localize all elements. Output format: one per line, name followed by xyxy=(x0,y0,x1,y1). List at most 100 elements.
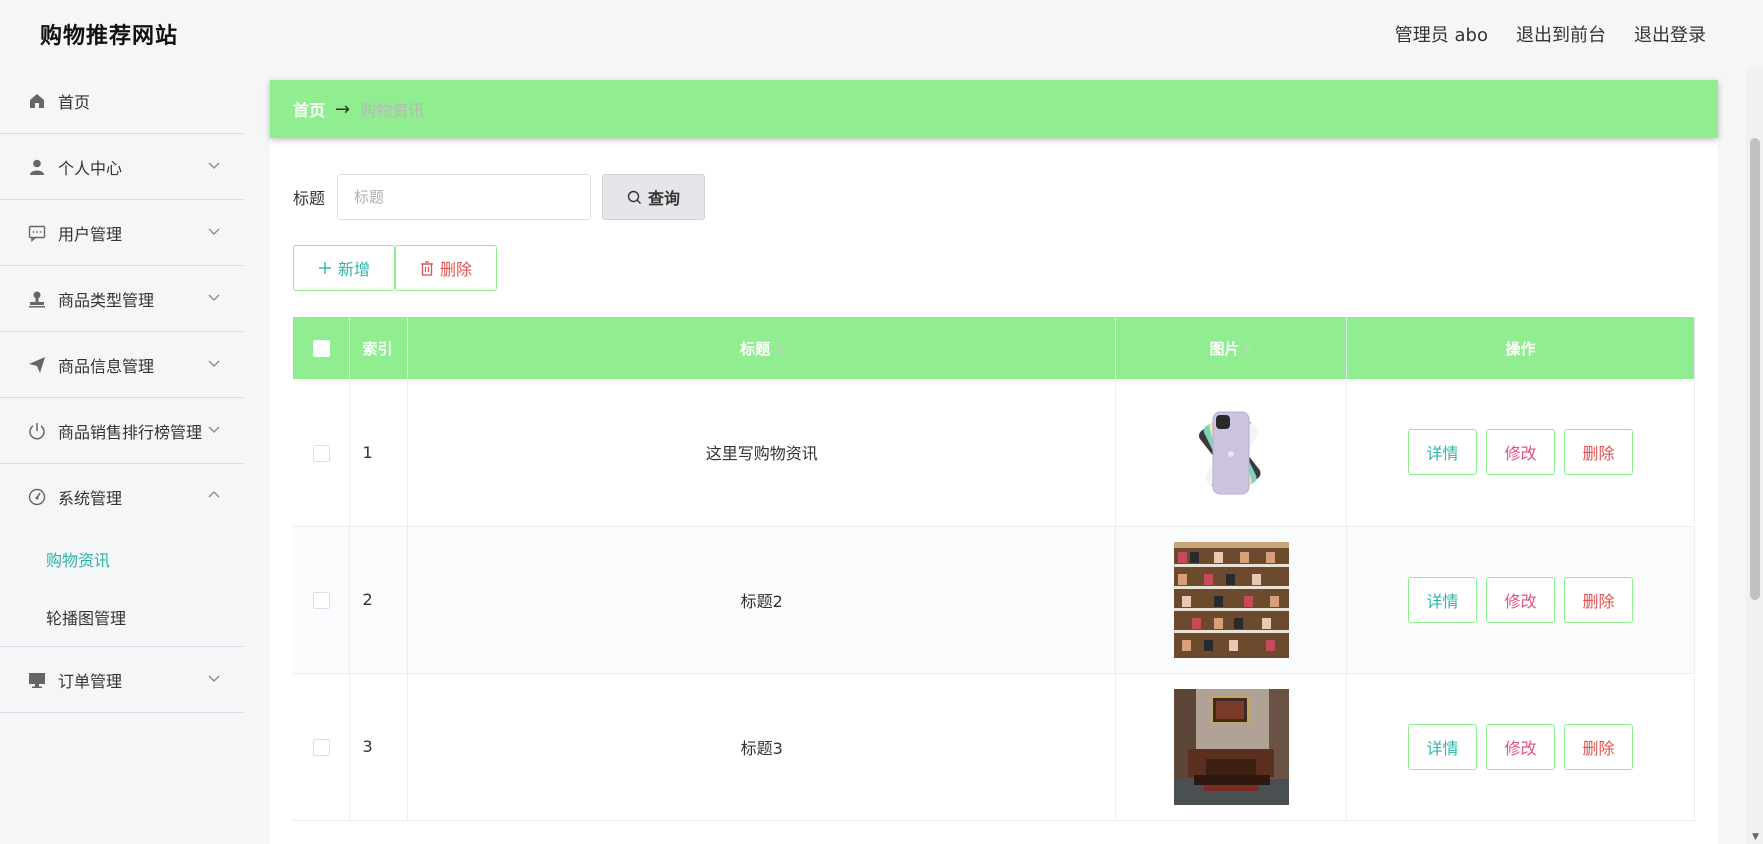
news-table: 索引 标题 ⇅ 图片 ⇅ 操作 1 这里写购物资讯 详情 修改 删除 2 标题2… xyxy=(293,317,1695,821)
sidebar-item-label: 商品类型管理 xyxy=(58,290,155,310)
sidebar-item-home[interactable]: 首页 xyxy=(0,68,243,134)
user-icon xyxy=(28,158,46,176)
table-row: 2 标题2 详情 修改 删除 xyxy=(293,526,1695,674)
main-content: 首页 → 购物资讯 标题 查询 新增 删除 索引 标题⇅ 图片⇅ 操作 xyxy=(270,80,1718,844)
shoe-rack-image xyxy=(1173,541,1289,658)
sidebar-item-personal-center[interactable]: 个人中心 xyxy=(0,134,243,200)
admin-user-label: 管理员 abo xyxy=(1394,25,1488,46)
sidebar-subitem-carousel-management[interactable]: 轮播图管理 xyxy=(0,588,243,646)
add-button-label: 新增 xyxy=(337,260,370,279)
delete-button[interactable]: 删除 xyxy=(1564,723,1634,770)
breadcrumb-current: 购物资讯 xyxy=(360,101,425,120)
monitor-icon xyxy=(28,671,46,689)
row-index: 1 xyxy=(349,379,409,527)
row-title: 标题2 xyxy=(407,526,1117,674)
row-image-cell xyxy=(1115,379,1348,527)
row-image-cell xyxy=(1115,673,1348,821)
scrollbar-thumb[interactable] xyxy=(1750,138,1760,600)
table-header-row: 索引 标题 ⇅ 图片 ⇅ 操作 xyxy=(293,317,1695,379)
plus-icon xyxy=(318,262,331,274)
chevron-down-icon xyxy=(208,360,220,367)
table-row: 1 这里写购物资讯 详情 修改 删除 xyxy=(293,379,1695,527)
sidebar-item-label: 首页 xyxy=(58,92,91,112)
sidebar-item-product-type-management[interactable]: 商品类型管理 xyxy=(0,266,243,332)
row-title: 这里写购物资讯 xyxy=(407,379,1117,527)
system-submenu: 购物资讯 轮播图管理 xyxy=(0,530,243,647)
image-header[interactable]: 图片 ⇅ xyxy=(1115,317,1348,379)
scroll-down-arrow-icon[interactable]: ▼ xyxy=(1752,832,1759,842)
row-select-cell xyxy=(293,526,351,674)
search-label: 标题 xyxy=(293,189,326,208)
row-index: 2 xyxy=(349,526,409,674)
select-all-header xyxy=(293,317,351,379)
row-index: 3 xyxy=(349,673,409,821)
phone-image xyxy=(1173,394,1289,511)
sidebar-item-label: 商品信息管理 xyxy=(58,356,155,376)
row-checkbox[interactable] xyxy=(312,739,330,756)
sidebar-item-label: 用户管理 xyxy=(58,224,123,244)
row-operations: 详情 修改 删除 xyxy=(1346,526,1695,674)
breadcrumb: 首页 → 购物资讯 xyxy=(270,80,1718,138)
edit-button[interactable]: 修改 xyxy=(1486,723,1556,770)
row-title: 标题3 xyxy=(407,673,1117,821)
send-icon xyxy=(28,356,46,374)
edit-button[interactable]: 修改 xyxy=(1486,429,1556,476)
trash-icon xyxy=(420,260,433,276)
table-row: 3 标题3 详情 修改 删除 xyxy=(293,673,1695,821)
sort-icon: ⇅ xyxy=(1243,343,1253,357)
row-checkbox[interactable] xyxy=(312,592,330,609)
query-button[interactable]: 查询 xyxy=(602,174,706,220)
row-operations: 详情 修改 删除 xyxy=(1346,379,1695,527)
image-header-label: 图片 xyxy=(1209,339,1240,358)
chevron-up-icon xyxy=(208,491,220,498)
title-header[interactable]: 标题 ⇅ xyxy=(407,317,1117,379)
index-header: 索引 xyxy=(349,317,409,379)
sidebar-item-label: 订单管理 xyxy=(58,671,123,691)
chevron-down-icon xyxy=(208,675,220,682)
search-icon xyxy=(627,190,641,204)
row-select-cell xyxy=(293,673,351,821)
search-bar: 标题 查询 xyxy=(293,174,706,220)
chevron-down-icon xyxy=(208,294,220,301)
chevron-down-icon xyxy=(208,426,220,433)
site-title: 购物推荐网站 xyxy=(40,24,179,49)
chat-icon xyxy=(28,224,46,242)
stamp-icon xyxy=(28,290,46,308)
delete-button[interactable]: 删除 xyxy=(1564,576,1634,623)
row-select-cell xyxy=(293,379,351,527)
edit-button[interactable]: 修改 xyxy=(1486,576,1556,623)
title-header-label: 标题 xyxy=(740,339,771,358)
detail-button[interactable]: 详情 xyxy=(1408,723,1478,770)
add-button[interactable]: 新增 xyxy=(293,245,395,291)
breadcrumb-home-link[interactable]: 首页 xyxy=(293,97,325,121)
detail-button[interactable]: 详情 xyxy=(1408,576,1478,623)
sidebar-item-system-management[interactable]: 系统管理 xyxy=(0,464,243,530)
chevron-down-icon xyxy=(208,228,220,235)
sidebar-subitem-shopping-news[interactable]: 购物资讯 xyxy=(0,530,243,588)
query-button-label: 查询 xyxy=(648,189,681,208)
top-header: 购物推荐网站 管理员 abo 退出到前台 退出登录 xyxy=(0,0,1746,68)
sidebar-item-order-management[interactable]: 订单管理 xyxy=(0,647,243,713)
power-icon xyxy=(28,422,46,440)
delete-button[interactable]: 删除 xyxy=(1564,429,1634,476)
chevron-down-icon xyxy=(208,162,220,169)
gauge-icon xyxy=(28,488,46,506)
batch-delete-label: 删除 xyxy=(439,260,472,279)
logout-link[interactable]: 退出登录 xyxy=(1634,21,1706,47)
operations-header: 操作 xyxy=(1346,317,1695,379)
page-scrollbar[interactable]: ▼ xyxy=(1746,68,1763,844)
breadcrumb-arrow-icon: → xyxy=(335,98,351,120)
home-icon xyxy=(28,92,46,110)
sidebar: 首页 个人中心 用户管理 商品类型管理 商品信息管理 商品销售排行榜管理 系统管… xyxy=(0,68,243,844)
row-checkbox[interactable] xyxy=(312,444,330,462)
title-search-input[interactable] xyxy=(337,174,592,220)
sidebar-item-label: 系统管理 xyxy=(58,489,123,508)
exit-to-frontend-link[interactable]: 退出到前台 xyxy=(1516,21,1606,47)
sidebar-item-product-info-management[interactable]: 商品信息管理 xyxy=(0,332,243,398)
detail-button[interactable]: 详情 xyxy=(1408,429,1478,476)
sidebar-item-user-management[interactable]: 用户管理 xyxy=(0,200,243,266)
select-all-checkbox[interactable] xyxy=(312,340,330,357)
sidebar-item-sales-ranking-management[interactable]: 商品销售排行榜管理 xyxy=(0,398,243,464)
header-actions: 管理员 abo 退出到前台 退出登录 xyxy=(1395,21,1706,47)
batch-delete-button[interactable]: 删除 xyxy=(395,245,497,291)
